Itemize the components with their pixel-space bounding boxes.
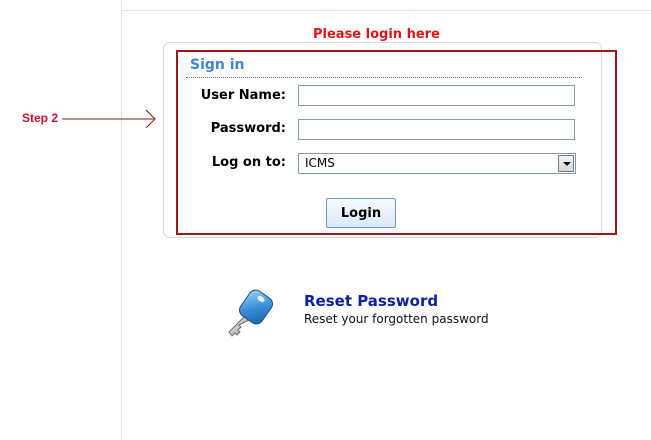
top-divider <box>122 10 651 11</box>
login-prompt: Please login here <box>313 27 440 42</box>
password-label: Password: <box>210 121 286 136</box>
password-input[interactable] <box>298 119 575 140</box>
username-input[interactable] <box>298 85 575 106</box>
sign-in-title: Sign in <box>190 57 245 73</box>
chevron-down-icon[interactable] <box>558 155 574 172</box>
key-icon[interactable] <box>223 286 279 342</box>
left-divider <box>121 0 122 440</box>
title-divider <box>186 77 582 78</box>
login-button[interactable]: Login <box>326 198 396 228</box>
logon-selected-value: ICMS <box>305 156 335 170</box>
reset-password-description: Reset your forgotten password <box>304 312 489 326</box>
logon-select[interactable]: ICMS <box>298 153 576 174</box>
reset-password-link[interactable]: Reset Password <box>304 292 438 310</box>
arrow-right-icon <box>62 109 156 128</box>
step-label: Step 2 <box>22 111 59 125</box>
login-page: Step 2 Please login here Sign in User Na… <box>0 0 651 440</box>
username-label: User Name: <box>200 88 286 103</box>
logon-label: Log on to: <box>211 155 286 170</box>
